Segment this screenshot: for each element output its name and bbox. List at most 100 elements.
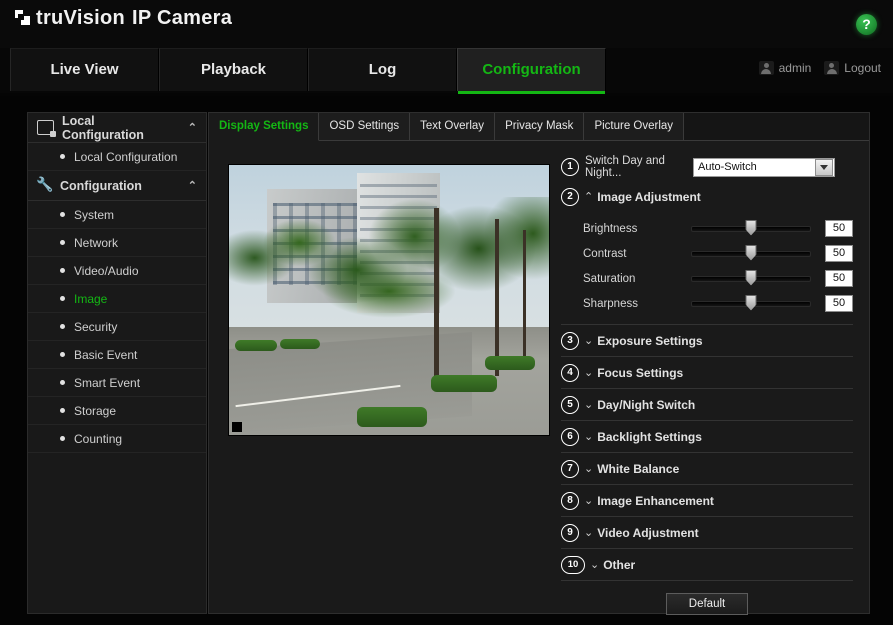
section-focus-settings[interactable]: 4 ⌄ Focus Settings xyxy=(561,357,853,389)
tab-privacy-mask[interactable]: Privacy Mask xyxy=(495,113,585,140)
section-white-balance[interactable]: 7 ⌄ White Balance xyxy=(561,453,853,485)
switch-day-night-row: 1 Switch Day and Night... Auto-Switch xyxy=(561,153,853,181)
section-exposure-settings[interactable]: 3 ⌄ Exposure Settings xyxy=(561,325,853,357)
chevron-down-icon[interactable]: ⌄ xyxy=(584,366,593,379)
content-panel: Display Settings OSD Settings Text Overl… xyxy=(208,112,870,615)
nav-tab-playback[interactable]: Playback xyxy=(159,48,308,91)
section-backlight-settings[interactable]: 6 ⌄ Backlight Settings xyxy=(561,421,853,453)
slider-label: Brightness xyxy=(583,222,638,235)
tab-osd-settings[interactable]: OSD Settings xyxy=(319,113,411,140)
sidebar-group-local-configuration[interactable]: Local Configuration ⌃ xyxy=(28,113,206,143)
sidebar-item-label: Local Configuration xyxy=(74,149,178,164)
section-image-adjustment[interactable]: 2 ⌃ Image Adjustment xyxy=(561,181,853,212)
callout-5: 5 xyxy=(561,395,579,414)
tab-display-settings[interactable]: Display Settings xyxy=(209,113,320,141)
slider-handle[interactable] xyxy=(745,269,757,286)
chevron-up-icon[interactable]: ⌃ xyxy=(188,179,197,192)
chevron-down-icon[interactable]: ⌄ xyxy=(584,334,593,347)
callout-8: 8 xyxy=(561,491,579,510)
section-day-night-switch[interactable]: 5 ⌄ Day/Night Switch xyxy=(561,389,853,421)
truvision-logo-icon xyxy=(14,9,31,28)
logout-button[interactable]: Logout xyxy=(824,61,881,75)
slider-handle[interactable] xyxy=(745,244,757,261)
default-button[interactable]: Default xyxy=(666,593,748,615)
callout-2: 2 xyxy=(561,187,579,206)
contrast-slider[interactable] xyxy=(691,244,811,261)
sidebar-item-label: Counting xyxy=(74,431,123,446)
sidebar-item-system[interactable]: System xyxy=(28,201,206,229)
bullet-icon xyxy=(60,436,65,441)
section-label: Exposure Settings xyxy=(597,333,703,348)
saturation-slider[interactable] xyxy=(691,269,811,286)
preview-hedge xyxy=(430,374,497,392)
sidebar-item-local-configuration[interactable]: Local Configuration xyxy=(28,143,206,171)
switch-day-night-value: Auto-Switch xyxy=(698,161,757,173)
bullet-icon xyxy=(60,268,65,273)
sidebar-item-security[interactable]: Security xyxy=(28,313,206,341)
slider-handle[interactable] xyxy=(745,219,757,236)
preview-hedge xyxy=(280,338,321,349)
bullet-icon xyxy=(60,212,65,217)
sidebar: Local Configuration ⌃ Local Configuratio… xyxy=(27,112,207,614)
nav-tab-log[interactable]: Log xyxy=(308,48,457,91)
section-image-enhancement[interactable]: 8 ⌄ Image Enhancement xyxy=(561,485,853,517)
section-label: Day/Night Switch xyxy=(597,397,696,412)
sharpness-slider[interactable] xyxy=(691,294,811,311)
live-video-preview[interactable] xyxy=(228,164,550,436)
chevron-down-icon[interactable]: ⌄ xyxy=(584,494,593,507)
tab-picture-overlay[interactable]: Picture Overlay xyxy=(584,113,685,140)
section-video-adjustment[interactable]: 9 ⌄ Video Adjustment xyxy=(561,517,853,549)
content-tab-bar: Display Settings OSD Settings Text Overl… xyxy=(209,113,869,141)
nav-tab-live-view[interactable]: Live View xyxy=(10,48,159,91)
preview-corner-marker xyxy=(232,422,242,432)
chevron-up-icon[interactable]: ⌃ xyxy=(188,121,197,134)
callout-10: 10 xyxy=(561,555,585,574)
slider-label: Contrast xyxy=(583,247,627,260)
current-user[interactable]: admin xyxy=(758,61,811,75)
slider-handle[interactable] xyxy=(745,294,757,311)
section-label: Other xyxy=(603,557,636,572)
sidebar-item-label: Security xyxy=(74,319,118,334)
chevron-down-icon[interactable] xyxy=(815,158,833,176)
tab-text-overlay[interactable]: Text Overlay xyxy=(410,113,496,140)
preview-hedge xyxy=(485,356,535,371)
brightness-slider[interactable] xyxy=(691,219,811,236)
sidebar-item-label: Smart Event xyxy=(74,375,141,390)
brand-title: truVision IP Camera xyxy=(36,8,232,28)
monitor-icon xyxy=(37,120,56,137)
section-label: Focus Settings xyxy=(597,365,684,380)
sidebar-item-storage[interactable]: Storage xyxy=(28,397,206,425)
chevron-up-icon[interactable]: ⌃ xyxy=(584,190,593,203)
sharpness-value[interactable]: 50 xyxy=(825,295,853,312)
chevron-down-icon[interactable]: ⌄ xyxy=(590,558,599,571)
switch-day-night-select[interactable]: Auto-Switch xyxy=(693,157,835,177)
slider-label: Sharpness xyxy=(583,297,638,310)
sidebar-item-basic-event[interactable]: Basic Event xyxy=(28,341,206,369)
preview-tree-trunk xyxy=(523,229,527,371)
sidebar-group-label: Local Configuration xyxy=(61,113,144,142)
brand-bar: truVision IP Camera ? xyxy=(0,0,893,48)
sidebar-item-smart-event[interactable]: Smart Event xyxy=(28,369,206,397)
brand-primary: truVision xyxy=(36,7,126,29)
callout-4: 4 xyxy=(561,363,579,382)
callout-1: 1 xyxy=(561,158,579,176)
wrench-icon xyxy=(36,176,53,193)
saturation-value[interactable]: 50 xyxy=(825,270,853,287)
contrast-value[interactable]: 50 xyxy=(825,245,853,262)
sidebar-item-image[interactable]: Image xyxy=(28,285,206,313)
nav-tab-configuration[interactable]: Configuration xyxy=(457,48,606,94)
main-navigation: Live View Playback Log Configuration adm… xyxy=(0,48,893,94)
sidebar-group-label: Configuration xyxy=(60,178,142,193)
sidebar-item-label: Network xyxy=(74,235,119,250)
sidebar-group-configuration[interactable]: Configuration ⌃ xyxy=(28,171,206,201)
help-question-icon[interactable]: ? xyxy=(856,14,877,35)
sidebar-item-counting[interactable]: Counting xyxy=(28,425,206,453)
chevron-down-icon[interactable]: ⌄ xyxy=(584,430,593,443)
chevron-down-icon[interactable]: ⌄ xyxy=(584,462,593,475)
sidebar-item-network[interactable]: Network xyxy=(28,229,206,257)
chevron-down-icon[interactable]: ⌄ xyxy=(584,526,593,539)
brightness-value[interactable]: 50 xyxy=(825,220,853,237)
sidebar-item-video-audio[interactable]: Video/Audio xyxy=(28,257,206,285)
section-other[interactable]: 10 ⌄ Other xyxy=(561,549,853,581)
chevron-down-icon[interactable]: ⌄ xyxy=(584,398,593,411)
